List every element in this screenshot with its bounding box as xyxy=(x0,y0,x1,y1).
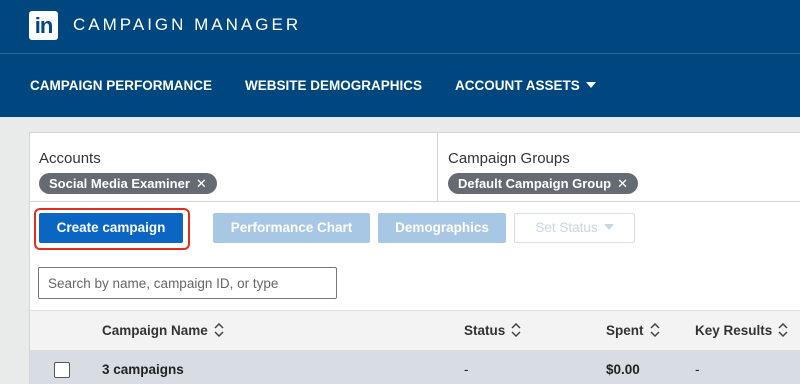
performance-chart-button[interactable]: Performance Chart xyxy=(213,213,370,243)
column-label: Campaign Name xyxy=(102,323,208,338)
account-chip: Social Media Examiner ✕ xyxy=(39,173,217,194)
set-status-dropdown[interactable]: Set Status xyxy=(514,213,635,243)
cell-status: - xyxy=(464,362,469,377)
sort-icon xyxy=(511,323,521,338)
sort-icon xyxy=(214,323,224,338)
demographics-button[interactable]: Demographics xyxy=(378,213,506,243)
linkedin-logo-icon[interactable]: in xyxy=(29,11,58,40)
column-label: Status xyxy=(464,323,506,338)
campaign-groups-filter: Campaign Groups Default Campaign Group ✕ xyxy=(439,133,800,201)
column-status[interactable]: Status xyxy=(464,323,521,339)
nav-account-assets-label: ACCOUNT ASSETS xyxy=(455,78,580,93)
sort-icon xyxy=(649,323,660,338)
column-key-results[interactable]: Key Results xyxy=(695,323,788,339)
table-row[interactable]: 3 campaigns - $0.00 - xyxy=(30,350,800,384)
set-status-label: Set Status xyxy=(535,220,598,235)
nav-account-assets[interactable]: ACCOUNT ASSETS xyxy=(455,77,596,95)
row-checkbox[interactable] xyxy=(54,362,70,378)
top-bar: in CAMPAIGN MANAGER xyxy=(0,0,800,53)
caret-down-icon xyxy=(585,82,596,89)
column-campaign-name[interactable]: Campaign Name xyxy=(102,323,224,339)
create-campaign-button[interactable]: Create campaign xyxy=(39,213,183,243)
column-spent[interactable]: Spent xyxy=(606,323,660,339)
table-header: Campaign Name Status Spent Key Results xyxy=(30,310,800,350)
column-label: Key Results xyxy=(695,323,773,338)
caret-down-icon xyxy=(603,224,614,231)
remove-chip-icon[interactable]: ✕ xyxy=(196,176,207,191)
campaigns-panel: Accounts Social Media Examiner ✕ Campaign… xyxy=(29,132,800,384)
search-input[interactable] xyxy=(38,267,337,299)
sort-icon xyxy=(778,323,788,338)
main-nav: CAMPAIGN PERFORMANCE WEBSITE DEMOGRAPHIC… xyxy=(0,54,800,117)
remove-chip-icon[interactable]: ✕ xyxy=(617,176,628,191)
cell-spent: $0.00 xyxy=(606,362,640,377)
nav-website-demographics[interactable]: WEBSITE DEMOGRAPHICS xyxy=(245,77,422,95)
campaign-group-chip-label: Default Campaign Group xyxy=(458,176,612,191)
app-title: CAMPAIGN MANAGER xyxy=(73,15,302,34)
divider xyxy=(30,201,800,202)
column-label: Spent xyxy=(606,323,644,338)
campaign-group-chip: Default Campaign Group ✕ xyxy=(448,173,639,194)
campaign-groups-label: Campaign Groups xyxy=(448,150,570,167)
cell-key-results: - xyxy=(695,362,700,377)
nav-campaign-performance[interactable]: CAMPAIGN PERFORMANCE xyxy=(30,77,212,95)
cell-campaign-name[interactable]: 3 campaigns xyxy=(102,362,184,378)
accounts-filter: Accounts Social Media Examiner ✕ xyxy=(30,133,438,201)
accounts-label: Accounts xyxy=(39,150,101,167)
account-chip-label: Social Media Examiner xyxy=(49,176,190,191)
